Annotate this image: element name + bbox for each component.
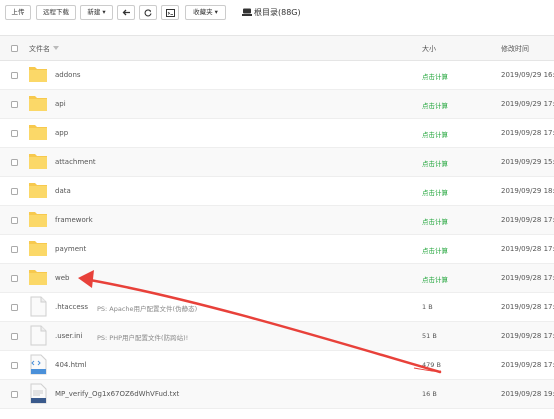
file-name[interactable]: web	[55, 274, 69, 282]
table-row[interactable]: attachment 点击计算 2019/09/29 15:0	[0, 148, 554, 177]
row-checkbox[interactable]	[11, 304, 18, 311]
refresh-icon	[144, 9, 152, 17]
modified-time: 2019/09/29 16:5	[501, 71, 554, 79]
favorites-label: 收藏夹	[193, 8, 213, 16]
select-all-checkbox[interactable]	[11, 45, 18, 52]
breadcrumb[interactable]: 根目录(88G)	[242, 7, 301, 18]
terminal-button[interactable]	[161, 5, 179, 20]
root-dir-label: 根目录(88G)	[254, 8, 301, 17]
row-checkbox[interactable]	[11, 217, 18, 224]
table-header: 文件名 大小 修改时间	[0, 35, 554, 61]
table-row[interactable]: .user.ini PS: PHP用户配置文件(防跨站)! 51 B 2019/…	[0, 322, 554, 351]
row-checkbox[interactable]	[11, 275, 18, 282]
calc-size-link[interactable]: 点击计算	[422, 71, 448, 81]
table-row[interactable]: payment 点击计算 2019/09/28 17:4	[0, 235, 554, 264]
file-size: 16 B	[422, 390, 437, 398]
back-button[interactable]	[117, 5, 135, 20]
file-icon	[30, 296, 47, 317]
file-size: 1 B	[422, 303, 433, 311]
folder-icon	[29, 125, 47, 140]
modified-time: 2019/09/28 17:4	[501, 274, 554, 282]
folder-icon	[29, 154, 47, 169]
modified-time: 2019/09/29 15:0	[501, 158, 554, 166]
calc-size-link[interactable]: 点击计算	[422, 129, 448, 139]
column-size: 大小	[422, 45, 436, 53]
calc-size-link[interactable]: 点击计算	[422, 216, 448, 226]
row-checkbox[interactable]	[11, 130, 18, 137]
row-checkbox[interactable]	[11, 188, 18, 195]
file-name[interactable]: api	[55, 100, 66, 108]
table-row[interactable]: api 点击计算 2019/09/29 17:1	[0, 90, 554, 119]
row-checkbox[interactable]	[11, 362, 18, 369]
calc-size-link[interactable]: 点击计算	[422, 274, 448, 284]
modified-time: 2019/09/28 17:3	[501, 332, 554, 340]
file-name[interactable]: attachment	[55, 158, 96, 166]
upload-button[interactable]: 上传	[5, 5, 31, 20]
file-size: 51 B	[422, 332, 437, 340]
calc-size-link[interactable]: 点击计算	[422, 187, 448, 197]
file-note: PS: PHP用户配置文件(防跨站)!	[97, 334, 189, 342]
table-row[interactable]: web 点击计算 2019/09/28 17:4	[0, 264, 554, 293]
remote-download-button[interactable]: 远程下载	[36, 5, 76, 20]
calc-size-link[interactable]: 点击计算	[422, 100, 448, 110]
folder-icon	[29, 241, 47, 256]
file-icon	[30, 325, 47, 346]
file-size: 479 B	[422, 361, 441, 369]
folder-icon	[29, 67, 47, 82]
file-name[interactable]: .htaccess	[55, 303, 88, 311]
toolbar: 上传 远程下载 新建 ▾ 收藏夹 ▾ 根目录(88G)	[0, 0, 554, 26]
file-name[interactable]: data	[55, 187, 71, 195]
modified-time: 2019/09/28 17:4	[501, 245, 554, 253]
drive-icon	[242, 8, 252, 16]
row-checkbox[interactable]	[11, 101, 18, 108]
folder-icon	[29, 183, 47, 198]
folder-icon	[29, 212, 47, 227]
row-checkbox[interactable]	[11, 333, 18, 340]
file-name[interactable]: payment	[55, 245, 86, 253]
calc-size-link[interactable]: 点击计算	[422, 245, 448, 255]
modified-time: 2019/09/29 17:1	[501, 100, 554, 108]
column-modified: 修改时间	[501, 45, 529, 53]
file-note: PS: Apache用户配置文件(伪静态)	[97, 305, 198, 313]
terminal-icon	[165, 9, 175, 17]
folder-icon	[29, 96, 47, 111]
file-name[interactable]: addons	[55, 71, 81, 79]
file-name[interactable]: .user.ini	[55, 332, 82, 340]
new-label: 新建	[87, 8, 101, 16]
file-name[interactable]: framework	[55, 216, 93, 224]
txt-file-icon	[30, 383, 47, 404]
table-row[interactable]: app 点击计算 2019/09/28 17:4	[0, 119, 554, 148]
table-row[interactable]: addons 点击计算 2019/09/29 16:5	[0, 61, 554, 90]
modified-time: 2019/09/28 19:0	[501, 390, 554, 398]
table-row[interactable]: data 点击计算 2019/09/29 18:2	[0, 177, 554, 206]
table-row[interactable]: framework 点击计算 2019/09/28 17:4	[0, 206, 554, 235]
row-checkbox[interactable]	[11, 72, 18, 79]
file-name[interactable]: MP_verify_Og1x67OZ6dWhVFud.txt	[55, 390, 179, 398]
file-name[interactable]: 404.html	[55, 361, 87, 369]
modified-time: 2019/09/29 18:2	[501, 187, 554, 195]
column-name-label: 文件名	[29, 45, 50, 53]
modified-time: 2019/09/28 17:3	[501, 303, 554, 311]
modified-time: 2019/09/28 17:3	[501, 361, 554, 369]
folder-icon	[29, 270, 47, 285]
html-file-icon	[30, 354, 47, 375]
row-checkbox[interactable]	[11, 391, 18, 398]
table-row[interactable]: .htaccess PS: Apache用户配置文件(伪静态) 1 B 2019…	[0, 293, 554, 322]
favorites-button[interactable]: 收藏夹 ▾	[185, 5, 226, 20]
new-button[interactable]: 新建 ▾	[80, 5, 113, 20]
row-checkbox[interactable]	[11, 246, 18, 253]
calc-size-link[interactable]: 点击计算	[422, 158, 448, 168]
row-checkbox[interactable]	[11, 159, 18, 166]
modified-time: 2019/09/28 17:4	[501, 129, 554, 137]
file-name[interactable]: app	[55, 129, 68, 137]
refresh-button[interactable]	[139, 5, 157, 20]
table-row[interactable]: MP_verify_Og1x67OZ6dWhVFud.txt 16 B 2019…	[0, 380, 554, 409]
table-row[interactable]: 404.html 479 B 2019/09/28 17:3	[0, 351, 554, 380]
modified-time: 2019/09/28 17:4	[501, 216, 554, 224]
column-name[interactable]: 文件名	[29, 44, 59, 54]
sort-icon	[53, 46, 59, 50]
arrow-left-icon	[122, 9, 130, 16]
